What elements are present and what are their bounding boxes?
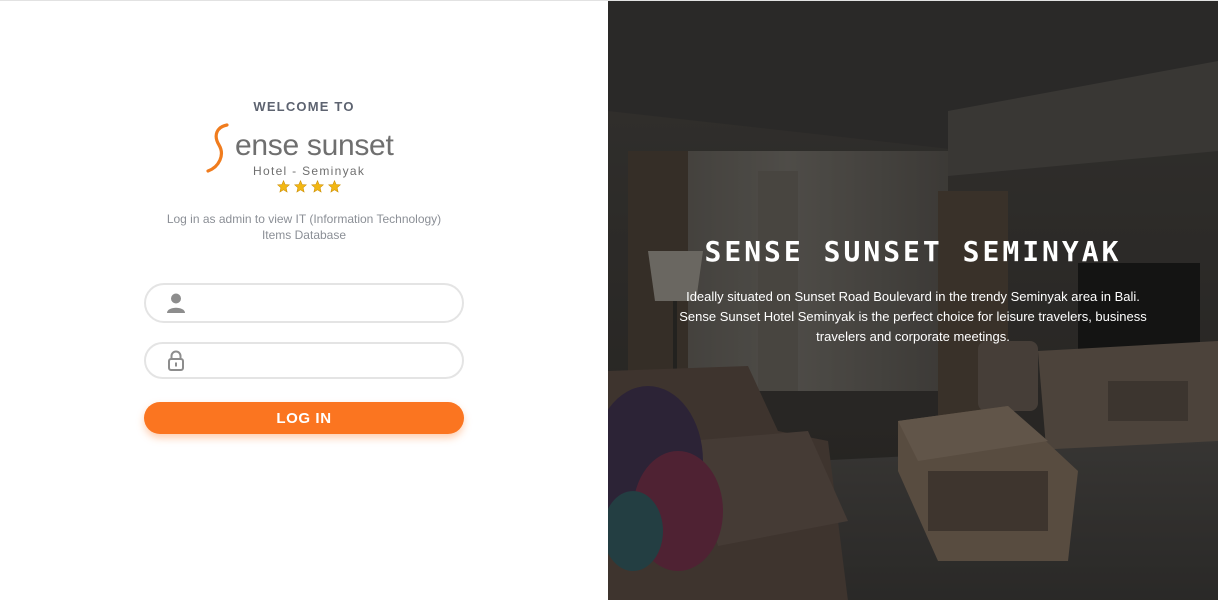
lock-icon [168,350,184,371]
logo-wordmark: ense sunset [235,129,394,162]
hero-title: SENSE SUNSET SEMINYAK [704,235,1122,268]
hotel-logo: ense sunset Hotel - Seminyak [205,123,405,198]
star-icon [277,180,290,193]
login-description: Log in as admin to view IT (Information … [166,212,442,242]
logo-s-swoosh-icon [206,123,229,173]
user-icon [167,293,185,313]
username-input[interactable] [196,285,450,323]
hero-panel: SENSE SUNSET SEMINYAK Ideally situated o… [608,1,1218,600]
login-button[interactable]: LOG IN [144,402,464,434]
star-icon [328,180,341,193]
star-icon [311,180,324,193]
login-page: WELCOME TO ense sunset Hotel - Seminyak … [0,0,1218,600]
username-field[interactable] [144,283,464,323]
star-rating [277,180,341,193]
login-panel: WELCOME TO ense sunset Hotel - Seminyak … [0,1,608,600]
welcome-heading: WELCOME TO [253,99,355,114]
logo-subtitle: Hotel - Seminyak [253,164,366,178]
star-icon [294,180,307,193]
password-field[interactable] [144,342,464,379]
password-input[interactable] [196,344,450,379]
hero-description: Ideally situated on Sunset Road Boulevar… [679,289,1147,344]
